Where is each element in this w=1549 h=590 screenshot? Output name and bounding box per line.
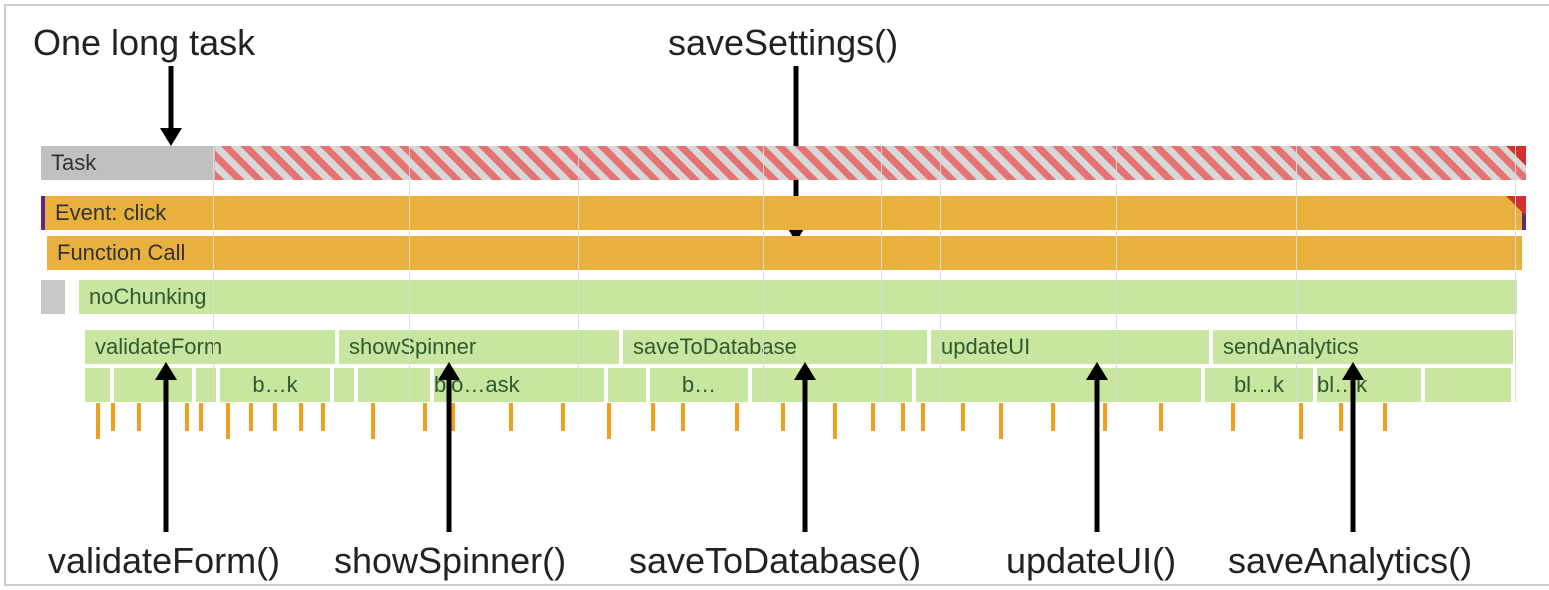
block-frag — [1425, 368, 1511, 402]
fn-sendAnalytics: sendAnalytics — [1213, 330, 1513, 364]
gray-stub — [41, 280, 65, 314]
block-b: b… — [650, 368, 748, 402]
tick-mark — [1339, 403, 1343, 431]
flame-chart: Task Event: click Function Call noChunki… — [41, 146, 1526, 406]
block-blo-ask: blo…ask — [434, 368, 604, 402]
tick-mark — [1103, 403, 1107, 431]
label-saveAnalytics-fn: saveAnalytics() — [1228, 540, 1472, 582]
tick-mark — [961, 403, 965, 431]
block-b-k: b…k — [220, 368, 330, 402]
block-frag — [85, 368, 110, 402]
tick-mark — [1231, 403, 1235, 431]
block-frag — [608, 368, 646, 402]
label-validateForm-fn: validateForm() — [48, 540, 280, 582]
fn-validateForm: validateForm — [85, 330, 335, 364]
block-frag — [916, 368, 1201, 402]
tick-mark — [781, 403, 785, 431]
block-frag — [196, 368, 216, 402]
tick-mark — [999, 403, 1003, 439]
tick-mark — [833, 403, 837, 439]
block-bl-k-2: bl…k — [1317, 368, 1421, 402]
block-frag — [334, 368, 354, 402]
tick-mark — [871, 403, 875, 431]
tick-mark — [921, 403, 925, 431]
label-showSpinner-fn: showSpinner() — [334, 540, 566, 582]
tick-mark — [226, 403, 230, 439]
block-frag — [752, 368, 912, 402]
tick-mark — [321, 403, 325, 431]
label-saveToDatabase-fn: saveToDatabase() — [629, 540, 921, 582]
block-frag — [114, 368, 192, 402]
warning-corner-icon — [1506, 196, 1526, 216]
tick-mark — [1051, 403, 1055, 431]
task-bar-long — [215, 146, 1526, 180]
function-call-bar: Function Call — [47, 236, 1522, 270]
tick-mark — [509, 403, 513, 431]
task-label: Task — [41, 146, 211, 180]
tick-mark — [111, 403, 115, 431]
tick-mark — [561, 403, 565, 431]
nochunking-bar: noChunking — [79, 280, 1517, 314]
tick-mark — [137, 403, 141, 431]
label-updateUI-fn: updateUI() — [1006, 540, 1176, 582]
tick-mark — [1159, 403, 1163, 431]
block-bl-k: bl…k — [1205, 368, 1313, 402]
tick-mark — [96, 403, 100, 439]
fn-updateUI: updateUI — [931, 330, 1209, 364]
tick-mark — [607, 403, 611, 439]
tick-mark — [735, 403, 739, 431]
tick-mark — [423, 403, 427, 431]
arrow-down-icon — [156, 66, 186, 146]
tick-mark — [1383, 403, 1387, 431]
diagram-frame: One long task saveSettings() Task Event:… — [4, 4, 1549, 586]
label-save-settings: saveSettings() — [668, 22, 898, 64]
tick-mark — [273, 403, 277, 431]
tick-mark — [185, 403, 189, 431]
tick-mark — [901, 403, 905, 431]
tick-mark — [249, 403, 253, 431]
warning-corner-icon — [1506, 146, 1526, 166]
tick-mark — [371, 403, 375, 439]
gridline — [1515, 146, 1516, 402]
fn-showSpinner: showSpinner — [339, 330, 619, 364]
block-frag — [358, 368, 430, 402]
tick-mark — [1299, 403, 1303, 439]
fn-saveToDatabase: saveToDatabase — [623, 330, 927, 364]
tick-mark — [651, 403, 655, 431]
label-one-long-task: One long task — [33, 22, 255, 64]
tick-mark — [451, 403, 455, 431]
tick-mark — [199, 403, 203, 431]
event-bar: Event: click — [41, 196, 1526, 230]
tick-mark — [299, 403, 303, 431]
tick-mark — [681, 403, 685, 431]
